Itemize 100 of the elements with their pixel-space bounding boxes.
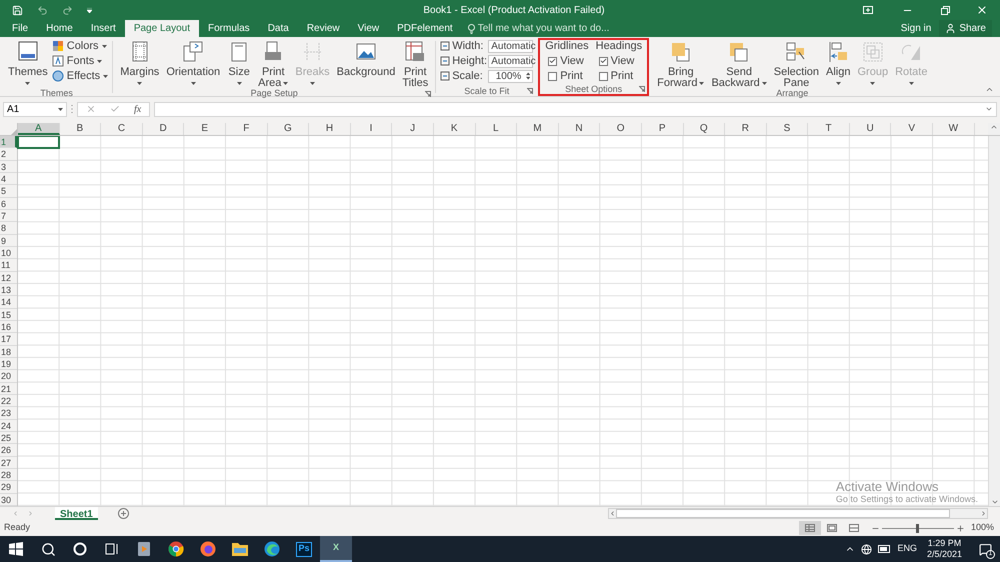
row-header[interactable]: 1 bbox=[0, 136, 17, 148]
column-header[interactable]: G bbox=[268, 123, 310, 135]
ribbon-tab[interactable]: Home bbox=[37, 20, 82, 37]
row-header[interactable]: 24 bbox=[0, 420, 17, 432]
row-header[interactable]: 26 bbox=[0, 444, 17, 457]
column-header[interactable]: P bbox=[642, 123, 684, 135]
column-header[interactable]: E bbox=[184, 123, 226, 135]
checkbox[interactable]: View bbox=[545, 55, 589, 67]
column-header[interactable]: K bbox=[434, 123, 476, 135]
row-header[interactable]: 7 bbox=[0, 210, 17, 222]
column-header[interactable]: R bbox=[725, 123, 767, 135]
ribbon-button[interactable]: Themes bbox=[5, 38, 51, 88]
ribbon-button[interactable]: Size bbox=[224, 38, 254, 88]
ribbon-tab[interactable]: View bbox=[348, 20, 388, 37]
undo-icon[interactable] bbox=[37, 4, 48, 16]
row-header[interactable]: 15 bbox=[0, 308, 17, 321]
network-icon[interactable] bbox=[861, 544, 872, 554]
field-input[interactable]: Automatic bbox=[488, 54, 534, 68]
column-header[interactable]: J bbox=[392, 123, 434, 135]
ribbon-tab[interactable]: File bbox=[3, 20, 38, 37]
spinner-arrows-icon[interactable] bbox=[526, 72, 530, 80]
checkbox[interactable]: Print bbox=[545, 70, 589, 82]
collapse-ribbon-icon[interactable] bbox=[985, 85, 994, 94]
column-header[interactable]: H bbox=[309, 123, 351, 135]
row-header[interactable]: 21 bbox=[0, 382, 17, 395]
column-header[interactable]: M bbox=[517, 123, 559, 135]
scroll-down-icon[interactable] bbox=[990, 498, 998, 506]
column-header[interactable]: A bbox=[18, 123, 60, 135]
checkbox[interactable]: Print bbox=[596, 70, 642, 82]
excel-app[interactable]: X bbox=[320, 536, 352, 562]
ribbon-button[interactable]: Background bbox=[334, 38, 398, 88]
column-header[interactable]: U bbox=[850, 123, 892, 135]
ribbon-tab[interactable]: Insert bbox=[82, 20, 125, 37]
redo-icon[interactable] bbox=[62, 4, 73, 16]
row-header[interactable]: 10 bbox=[0, 246, 17, 260]
row-header[interactable]: 14 bbox=[0, 296, 17, 309]
row-header[interactable]: 3 bbox=[0, 160, 17, 173]
row-header[interactable]: 6 bbox=[0, 198, 17, 210]
customize-icon[interactable] bbox=[87, 8, 92, 12]
column-header[interactable]: T bbox=[808, 123, 850, 135]
row-header[interactable]: 4 bbox=[0, 172, 17, 186]
column-header[interactable]: O bbox=[600, 123, 642, 135]
column-header[interactable]: B bbox=[60, 123, 102, 135]
scroll-right-icon[interactable] bbox=[980, 510, 987, 517]
scroll-left-icon[interactable] bbox=[609, 510, 616, 517]
column-header[interactable]: L bbox=[476, 123, 518, 135]
row-header[interactable]: 12 bbox=[0, 272, 17, 284]
ribbon-button[interactable]: Orientation bbox=[163, 38, 224, 88]
ribbon-display-icon[interactable] bbox=[863, 6, 873, 14]
ribbon-tab[interactable]: Page Layout bbox=[124, 20, 199, 37]
row-header[interactable]: 5 bbox=[0, 185, 17, 198]
column-header[interactable]: Q bbox=[684, 123, 726, 135]
row-header[interactable]: 18 bbox=[0, 346, 17, 358]
add-sheet-icon[interactable] bbox=[118, 508, 129, 519]
language-indicator[interactable]: ENG bbox=[897, 542, 917, 556]
row-header[interactable]: 23 bbox=[0, 407, 17, 420]
clock[interactable]: 1:29 PM 2/5/2021 bbox=[926, 538, 962, 560]
zoom-slider-thumb[interactable] bbox=[916, 524, 920, 532]
row-header[interactable]: 11 bbox=[0, 259, 17, 272]
column-header[interactable]: N bbox=[558, 123, 600, 135]
zoom-in-icon[interactable] bbox=[956, 524, 965, 532]
row-header[interactable]: 19 bbox=[0, 358, 17, 370]
horizontal-scrollbar[interactable] bbox=[608, 508, 988, 519]
share-button[interactable]: Share bbox=[939, 20, 992, 37]
column-header[interactable]: I bbox=[350, 123, 392, 135]
column-header[interactable]: F bbox=[226, 123, 268, 135]
ribbon-menu-button[interactable]: Fonts bbox=[52, 54, 108, 68]
row-header[interactable]: 25 bbox=[0, 432, 17, 444]
sign-in-link[interactable]: Sign in bbox=[892, 20, 940, 37]
ribbon-button[interactable]: Margins bbox=[117, 38, 162, 88]
checkbox[interactable]: View bbox=[596, 55, 642, 67]
close-icon[interactable] bbox=[976, 4, 988, 16]
ribbon-button[interactable]: Print Area bbox=[255, 38, 292, 88]
row-header[interactable]: 16 bbox=[0, 320, 17, 334]
row-header[interactable]: 17 bbox=[0, 333, 17, 346]
active-cell[interactable] bbox=[17, 136, 60, 150]
row-header[interactable]: 27 bbox=[0, 456, 17, 469]
row-header[interactable]: 28 bbox=[0, 468, 17, 482]
ribbon-button[interactable]: Selection Pane bbox=[770, 38, 822, 88]
zoom-level[interactable]: 100% bbox=[964, 521, 1000, 535]
row-header[interactable]: 29 bbox=[0, 481, 17, 494]
insert-function-button[interactable]: fx bbox=[134, 102, 142, 116]
dialog-launcher-icon[interactable] bbox=[527, 88, 534, 94]
ribbon-button[interactable]: Print Titles bbox=[399, 38, 432, 88]
view-button[interactable] bbox=[798, 521, 821, 535]
photoshop-app[interactable]: Ps bbox=[288, 536, 320, 562]
expand-formula-icon[interactable] bbox=[985, 105, 993, 113]
ribbon-tab[interactable]: Formulas bbox=[199, 20, 259, 37]
row-header[interactable]: 8 bbox=[0, 222, 17, 235]
ribbon-button[interactable]: Send Backward bbox=[708, 38, 770, 88]
row-header[interactable]: 22 bbox=[0, 394, 17, 408]
scroll-up-icon[interactable] bbox=[990, 123, 998, 131]
field-input[interactable]: Automatic bbox=[488, 40, 534, 52]
field-input[interactable]: 100% bbox=[488, 70, 534, 82]
formula-input[interactable] bbox=[154, 102, 997, 116]
ribbon-button[interactable]: Align bbox=[823, 38, 854, 88]
row-header[interactable]: 20 bbox=[0, 370, 17, 383]
ribbon-menu-button[interactable]: Effects bbox=[52, 69, 108, 83]
column-header[interactable]: W bbox=[933, 123, 975, 135]
ribbon-tab[interactable]: Review bbox=[298, 20, 349, 37]
